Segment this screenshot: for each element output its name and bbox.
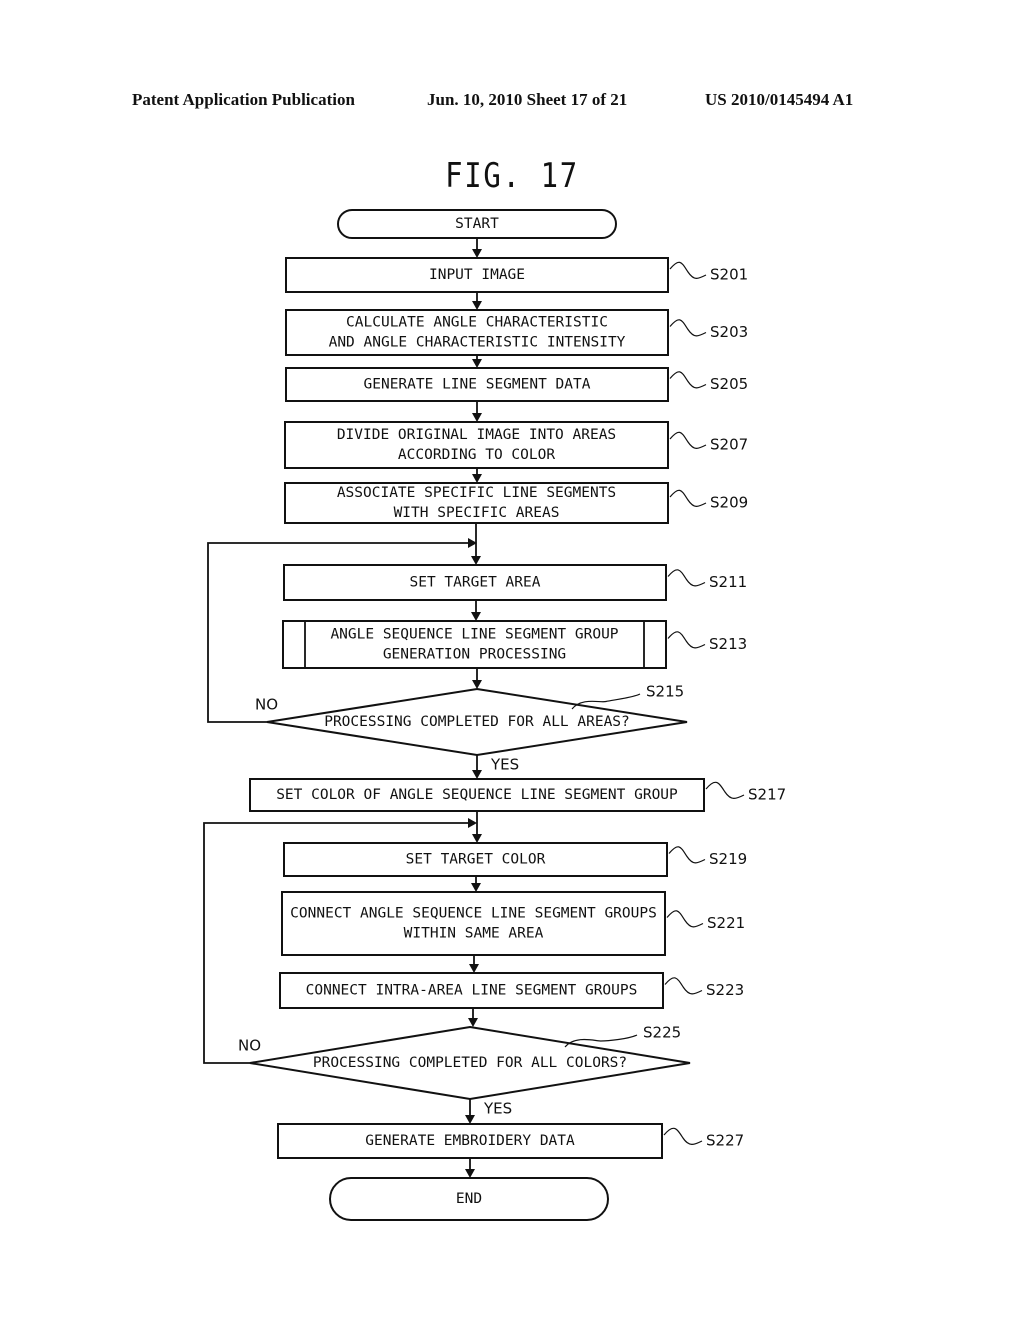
decision-s225-yes-label: YES	[483, 1100, 512, 1118]
arrow-s201-s203-head	[472, 301, 482, 310]
step-s213-text: ANGLE SEQUENCE LINE SEGMENT GROUP	[330, 627, 618, 643]
step-s227-ref: S227	[706, 1132, 744, 1150]
step-s207-text: ACCORDING TO COLOR	[398, 447, 555, 463]
step-s207-ref: S207	[710, 436, 748, 454]
decision-s215-no-label: NO	[255, 696, 278, 714]
step-s223-leader	[664, 977, 703, 995]
arrow-s209-s211-head	[471, 556, 481, 565]
step-s219-text: SET TARGET COLOR	[406, 852, 546, 868]
step-s201-leader	[669, 261, 707, 279]
arrow-s215-s217-head	[472, 770, 482, 779]
arrow-s207-s209-head	[472, 474, 482, 483]
step-s207-text: DIVIDE ORIGINAL IMAGE INTO AREAS	[337, 427, 616, 443]
arrow-s203-s205-head	[472, 359, 482, 368]
arrow-s227-end-head	[465, 1169, 475, 1178]
arrow-s223-s225-head	[468, 1018, 478, 1027]
step-s221-ref: S221	[707, 914, 745, 932]
arrow-s217-s219-head	[472, 834, 482, 843]
step-s211-leader	[667, 569, 706, 587]
step-s205-leader	[669, 371, 707, 389]
arrow-s221-s223-head	[469, 964, 479, 973]
step-s203-ref: S203	[710, 323, 748, 341]
step-s203-leader	[669, 319, 707, 337]
step-s201-text: INPUT IMAGE	[429, 267, 525, 283]
step-s201-ref: S201	[710, 266, 748, 284]
step-s213-ref: S213	[709, 635, 747, 653]
step-s213-leader	[667, 631, 706, 649]
decision-s225-no-label: NO	[238, 1037, 261, 1055]
step-s213-text: GENERATION PROCESSING	[383, 647, 566, 663]
loop-colors-head	[468, 818, 477, 828]
step-s209-ref: S209	[710, 494, 748, 512]
arrow-s211-s213-head	[471, 612, 481, 621]
step-s217-leader	[705, 781, 745, 799]
flowchart: START END INPUT IMAGE S201 CALCULATE ANGLE C…	[203, 209, 786, 1221]
decision-s215-yes-label: YES	[490, 756, 519, 774]
step-s217-text: SET COLOR OF ANGLE SEQUENCE LINE SEGMENT…	[276, 787, 678, 803]
step-s205-ref: S205	[710, 375, 748, 393]
step-s207-leader	[669, 431, 707, 449]
step-s227-text: GENERATE EMBROIDERY DATA	[365, 1133, 575, 1149]
step-s211-text: SET TARGET AREA	[410, 575, 541, 591]
decision-s225-text: PROCESSING COMPLETED FOR ALL COLORS?	[313, 1055, 627, 1071]
step-s209-leader	[669, 489, 707, 507]
step-s221-leader	[666, 910, 704, 928]
step-s203-text: AND ANGLE CHARACTERISTIC INTENSITY	[329, 335, 626, 351]
decision-s215-ref: S215	[646, 683, 684, 701]
arrow-s213-s215-head	[472, 680, 482, 689]
step-s219-ref: S219	[709, 850, 747, 868]
step-s223-text: CONNECT INTRA-AREA LINE SEGMENT GROUPS	[306, 983, 638, 999]
step-s205-text: GENERATE LINE SEGMENT DATA	[364, 377, 591, 393]
step-s209-text: WITH SPECIFIC AREAS	[394, 505, 560, 521]
step-s221-box	[281, 891, 666, 956]
step-s223-ref: S223	[706, 981, 744, 999]
step-s227-leader	[663, 1127, 703, 1145]
step-s219-leader	[668, 846, 706, 864]
step-s203-text: CALCULATE ANGLE CHARACTERISTIC	[346, 315, 608, 331]
start-label: START	[455, 216, 499, 232]
step-s209-text: ASSOCIATE SPECIFIC LINE SEGMENTS	[337, 485, 616, 501]
decision-s225-ref: S225	[643, 1024, 681, 1042]
step-s221-text: CONNECT ANGLE SEQUENCE LINE SEGMENT GROU…	[290, 906, 657, 922]
arrow-start-s201-head	[472, 249, 482, 258]
step-s221-text: WITHIN SAME AREA	[404, 926, 544, 942]
arrow-s219-s221-head	[471, 883, 481, 892]
end-label: END	[456, 1191, 482, 1207]
decision-s215-text: PROCESSING COMPLETED FOR ALL AREAS?	[324, 714, 630, 730]
arrow-s225-s227-head	[465, 1115, 475, 1124]
step-s211-ref: S211	[709, 573, 747, 591]
step-s217-ref: S217	[748, 786, 786, 804]
arrow-s205-s207-head	[472, 413, 482, 422]
